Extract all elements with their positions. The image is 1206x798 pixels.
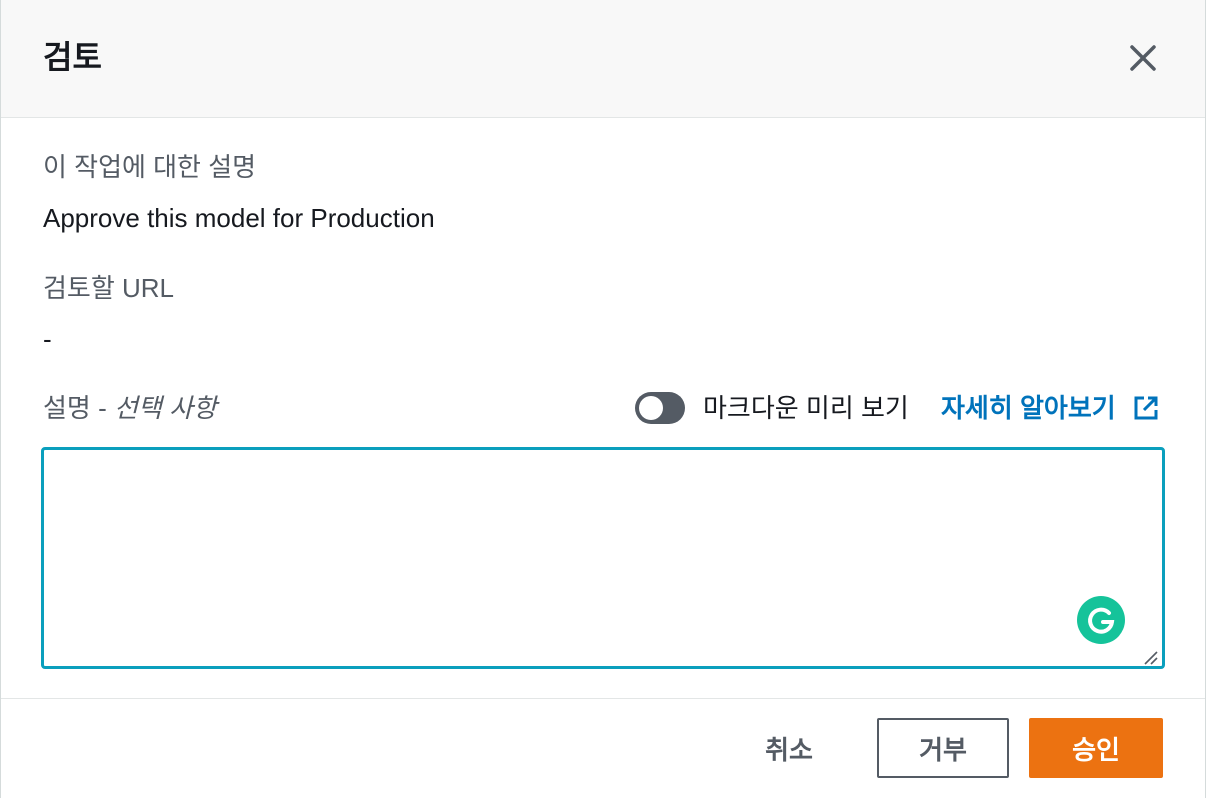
learn-more-link[interactable]: 자세히 알아보기: [941, 391, 1116, 425]
close-button[interactable]: [1125, 40, 1161, 76]
cancel-button[interactable]: 취소: [741, 718, 837, 778]
grammarly-icon: [1088, 607, 1115, 634]
resize-handle-icon[interactable]: [1141, 648, 1159, 666]
markdown-preview-toggle[interactable]: [635, 392, 685, 424]
review-url-label: 검토할 URL: [43, 273, 174, 303]
review-url-value: -: [43, 324, 52, 354]
dialog-header: 검토: [1, 0, 1205, 118]
comment-optional-text: 선택 사항: [113, 393, 217, 423]
comment-label: 설명 - 선택 사항: [43, 391, 217, 425]
close-icon: [1130, 45, 1156, 71]
task-description-value: Approve this model for Production: [43, 203, 435, 233]
markdown-preview-label: 마크다운 미리 보기: [703, 393, 909, 423]
toggle-knob: [639, 396, 663, 420]
comment-label-text: 설명 -: [43, 393, 114, 423]
footer-divider: [1, 698, 1205, 699]
reject-button[interactable]: 거부: [877, 718, 1009, 778]
task-description-label: 이 작업에 대한 설명: [43, 152, 257, 182]
grammarly-button[interactable]: [1077, 596, 1125, 644]
comment-textarea[interactable]: [41, 447, 1165, 669]
external-link-icon[interactable]: [1133, 395, 1159, 421]
dialog-title: 검토: [43, 39, 102, 75]
approve-button[interactable]: 승인: [1029, 718, 1163, 778]
review-dialog: 검토 이 작업에 대한 설명 Approve this model for Pr…: [0, 0, 1206, 798]
